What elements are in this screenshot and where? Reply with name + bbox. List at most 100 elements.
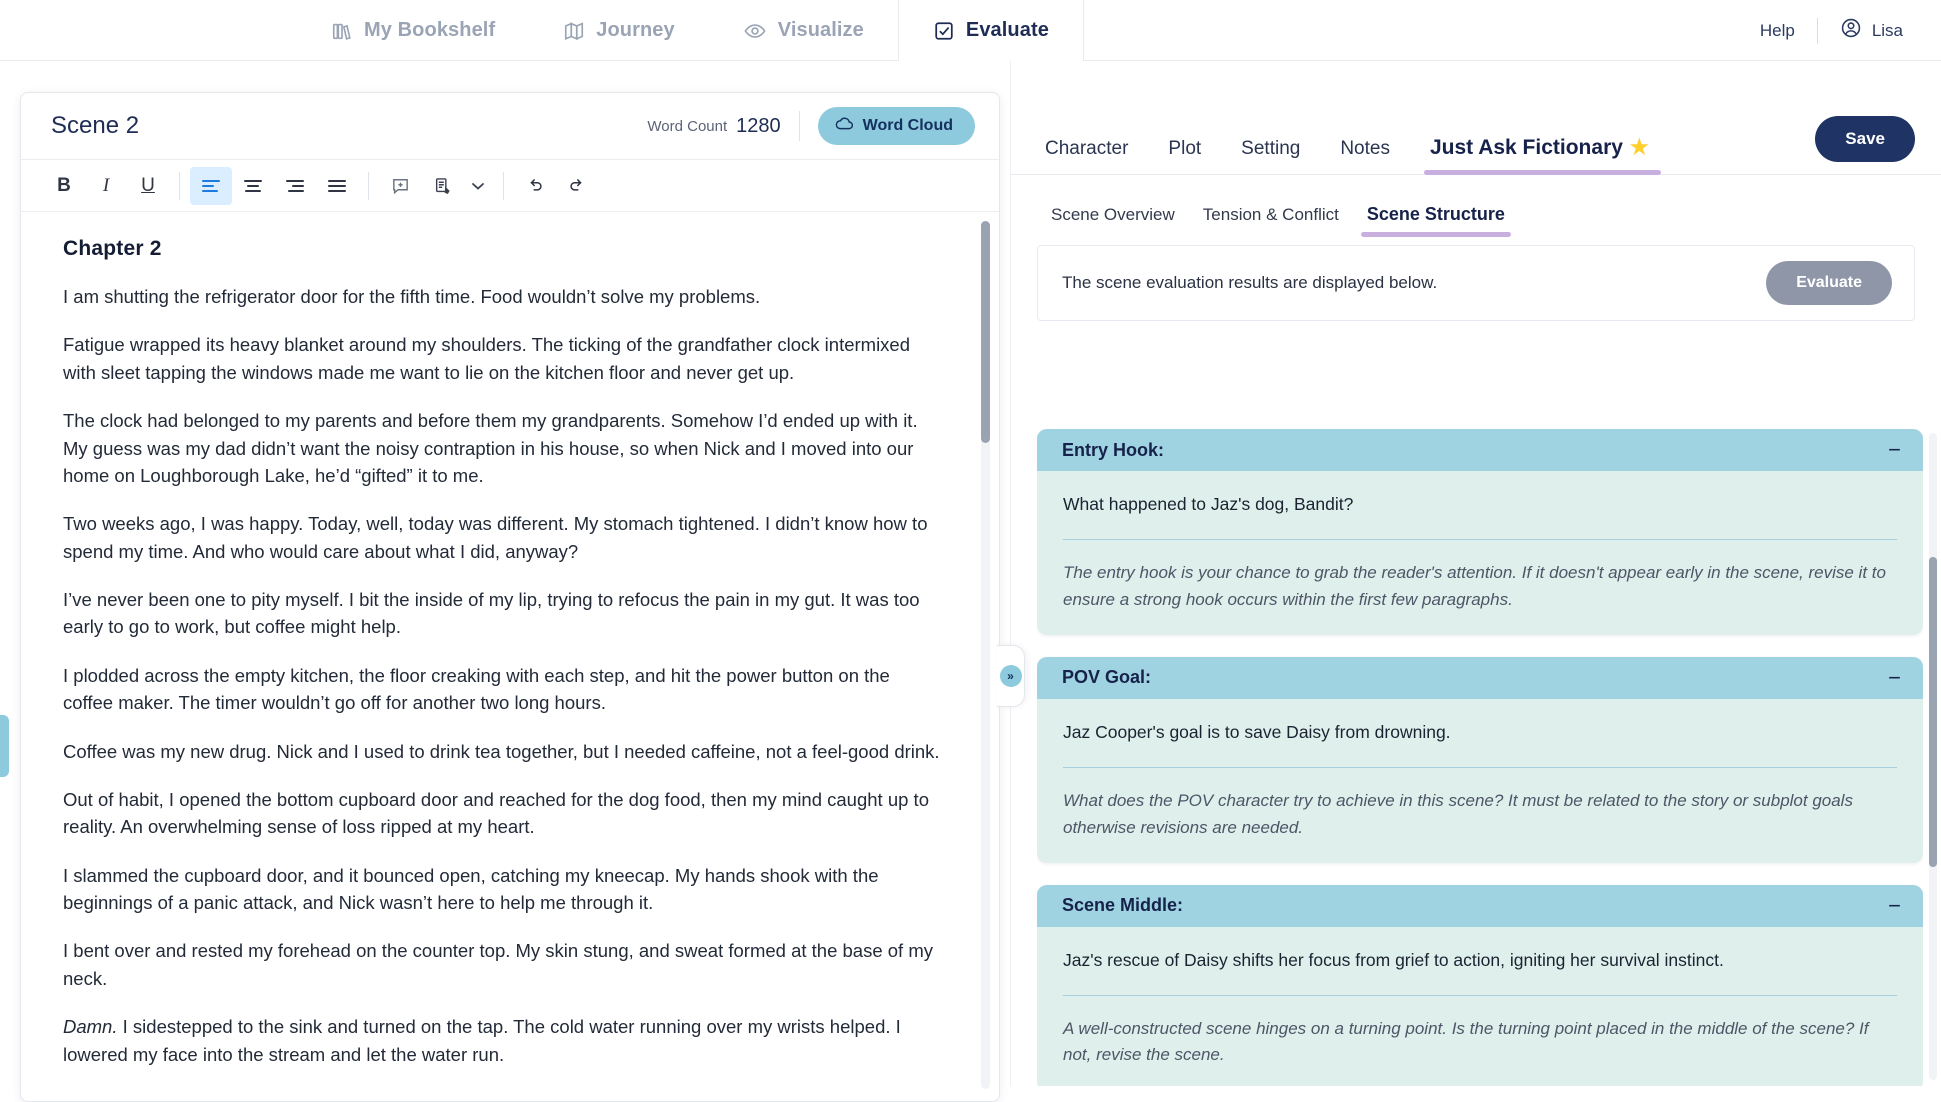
word-count-label: Word Count xyxy=(647,117,728,135)
doc-paragraph: I plodded across the empty kitchen, the … xyxy=(63,664,890,714)
accordion-body: Jaz Cooper's goal is to save Daisy from … xyxy=(1037,699,1923,863)
sub-tab-tension-conflict[interactable]: Tension & Conflict xyxy=(1189,205,1353,237)
word-cloud-button[interactable]: Word Cloud xyxy=(817,107,975,145)
scene-title[interactable]: Scene 2 xyxy=(51,112,139,140)
tab-plot-label: Plot xyxy=(1168,138,1202,159)
doc-paragraph: The clock had belonged to my parents and… xyxy=(63,410,918,486)
document-scrollbar-thumb[interactable] xyxy=(981,221,990,443)
doc-paragraph-italic-lead: Damn. I sidestepped to the sink and turn… xyxy=(63,1013,943,1068)
doc-paragraph: Fatigue wrapped its heavy blanket around… xyxy=(63,334,911,383)
chapter-heading: Chapter 2 xyxy=(63,237,162,260)
map-icon xyxy=(563,20,585,42)
tab-character[interactable]: Character xyxy=(1025,138,1148,174)
doc-emphasis-rest: I sidestepped to the sink and turned on … xyxy=(63,1016,901,1065)
toolbar-divider-3 xyxy=(503,171,504,200)
evaluate-button[interactable]: Evaluate xyxy=(1766,261,1892,305)
italic-button[interactable]: I xyxy=(85,167,127,205)
document-edit-icon[interactable] xyxy=(421,167,463,205)
redo-icon[interactable] xyxy=(556,167,598,205)
collapse-minus-icon[interactable]: − xyxy=(1888,439,1901,461)
align-right-icon[interactable] xyxy=(274,167,316,205)
evaluation-panel: Character Plot Setting Notes Just Ask Fi… xyxy=(1010,61,1941,1086)
doc-paragraph: Out of habit, I opened the bottom cupboa… xyxy=(63,788,929,838)
accordion-header[interactable]: POV Goal: − xyxy=(1037,656,1923,699)
collapse-minus-icon[interactable]: − xyxy=(1888,666,1901,689)
scene-editor-card: Scene 2 Word Count 1280 Word Cloud B I U xyxy=(20,92,1000,1102)
accordion-header[interactable]: Entry Hook: − xyxy=(1037,429,1923,471)
tab-notes[interactable]: Notes xyxy=(1320,138,1410,174)
user-circle-icon xyxy=(1840,17,1862,44)
sub-tab-scene-overview[interactable]: Scene Overview xyxy=(1037,205,1189,237)
doc-paragraph: Two weeks ago, I was happy. Today, well,… xyxy=(63,513,928,562)
chevron-down-icon[interactable] xyxy=(463,167,493,205)
accordion-title: Entry Hook: xyxy=(1062,439,1165,460)
doc-paragraph: I bent over and rested my forehead on th… xyxy=(63,940,933,989)
toolbar-divider-2 xyxy=(368,171,369,200)
user-menu[interactable]: Lisa xyxy=(1818,17,1903,44)
nav-item-visualize[interactable]: Visualize xyxy=(709,0,898,61)
nav-right-group: Help Lisa xyxy=(1738,0,1941,61)
nav-label-evaluate: Evaluate xyxy=(965,19,1049,41)
evaluation-message: The scene evaluation results are display… xyxy=(1062,273,1438,292)
user-name-label: Lisa xyxy=(1871,20,1903,40)
tab-notes-label: Notes xyxy=(1340,138,1390,159)
align-center-icon[interactable] xyxy=(232,167,274,205)
nav-item-evaluate[interactable]: Evaluate xyxy=(897,0,1084,61)
word-cloud-label: Word Cloud xyxy=(862,117,953,134)
toolbar-divider-1 xyxy=(179,171,180,200)
panel-sub-tabs: Scene Overview Tension & Conflict Scene … xyxy=(1011,175,1941,237)
accordion-answer: What happened to Jaz's dog, Bandit? xyxy=(1063,494,1354,514)
star-icon: ★ xyxy=(1629,136,1649,159)
accordion-card-scene-middle: Scene Middle: − Jaz's rescue of Daisy sh… xyxy=(1037,884,1923,1086)
bold-button[interactable]: B xyxy=(43,167,85,205)
accordion-body: What happened to Jaz's dog, Bandit? The … xyxy=(1037,471,1923,635)
accordion-body: Jaz's rescue of Daisy shifts her focus f… xyxy=(1037,927,1923,1086)
accordion-hint: A well-constructed scene hinges on a tur… xyxy=(1063,1019,1869,1065)
nav-items: My Bookshelf Journey Visualize Evaluate xyxy=(297,0,1084,61)
cloud-icon xyxy=(835,116,854,136)
tab-just-ask-fictionary[interactable]: Just Ask Fictionary ★ xyxy=(1410,135,1669,175)
tab-setting[interactable]: Setting xyxy=(1221,138,1320,174)
doc-paragraph: I slammed the cupboard door, and it boun… xyxy=(63,864,879,913)
doc-paragraph: I’ve never been one to pity myself. I bi… xyxy=(63,589,920,638)
collapse-minus-icon[interactable]: − xyxy=(1888,894,1901,917)
books-icon xyxy=(331,20,353,42)
nav-label-my-bookshelf: My Bookshelf xyxy=(364,19,496,41)
nav-item-my-bookshelf[interactable]: My Bookshelf xyxy=(297,0,529,61)
header-divider xyxy=(798,111,800,141)
editor-header: Scene 2 Word Count 1280 Word Cloud xyxy=(21,93,999,160)
accordion-card-pov-goal: POV Goal: − Jaz Cooper's goal is to save… xyxy=(1037,656,1923,863)
align-justify-icon[interactable] xyxy=(316,167,358,205)
underline-button[interactable]: U xyxy=(127,167,169,205)
doc-paragraph: I am shutting the refrigerator door for … xyxy=(63,286,761,307)
comment-plus-icon[interactable] xyxy=(379,167,421,205)
nav-item-journey[interactable]: Journey xyxy=(529,0,709,61)
panel-scrollbar-thumb[interactable] xyxy=(1929,557,1937,867)
accordion-header[interactable]: Scene Middle: − xyxy=(1037,884,1923,927)
left-edge-accent xyxy=(0,715,9,777)
accordion-title: POV Goal: xyxy=(1062,667,1152,688)
word-count-value: 1280 xyxy=(736,114,781,137)
document-body[interactable]: Chapter 2 I am shutting the refrigerator… xyxy=(21,213,999,1101)
chevrons-right-icon: » xyxy=(999,665,1022,687)
align-left-icon[interactable] xyxy=(190,166,232,205)
panel-collapse-handle[interactable]: » xyxy=(997,645,1025,707)
doc-paragraph: Coffee was my new drug. Nick and I used … xyxy=(63,740,940,762)
accordion-title: Scene Middle: xyxy=(1062,895,1184,916)
accordion-hint: The entry hook is your chance to grab th… xyxy=(1063,563,1886,609)
accordion-hint: What does the POV character try to achie… xyxy=(1063,791,1853,837)
checklist-icon xyxy=(933,20,955,42)
sub-tab-scene-structure[interactable]: Scene Structure xyxy=(1353,204,1519,237)
accordion-answer: Jaz Cooper's goal is to save Daisy from … xyxy=(1063,721,1451,742)
tab-plot[interactable]: Plot xyxy=(1148,138,1221,174)
panel-tabs: Character Plot Setting Notes Just Ask Fi… xyxy=(1011,61,1941,175)
accordion-divider xyxy=(1063,539,1897,541)
accordion-answer: Jaz's rescue of Daisy shifts her focus f… xyxy=(1063,949,1724,970)
eye-icon xyxy=(743,20,767,42)
help-link[interactable]: Help xyxy=(1738,21,1817,41)
save-button[interactable]: Save xyxy=(1815,116,1915,162)
undo-icon[interactable] xyxy=(514,167,556,205)
tab-setting-label: Setting xyxy=(1241,138,1301,159)
accordion-card-entry-hook: Entry Hook: − What happened to Jaz's dog… xyxy=(1037,429,1923,635)
nav-label-journey: Journey xyxy=(596,19,675,41)
